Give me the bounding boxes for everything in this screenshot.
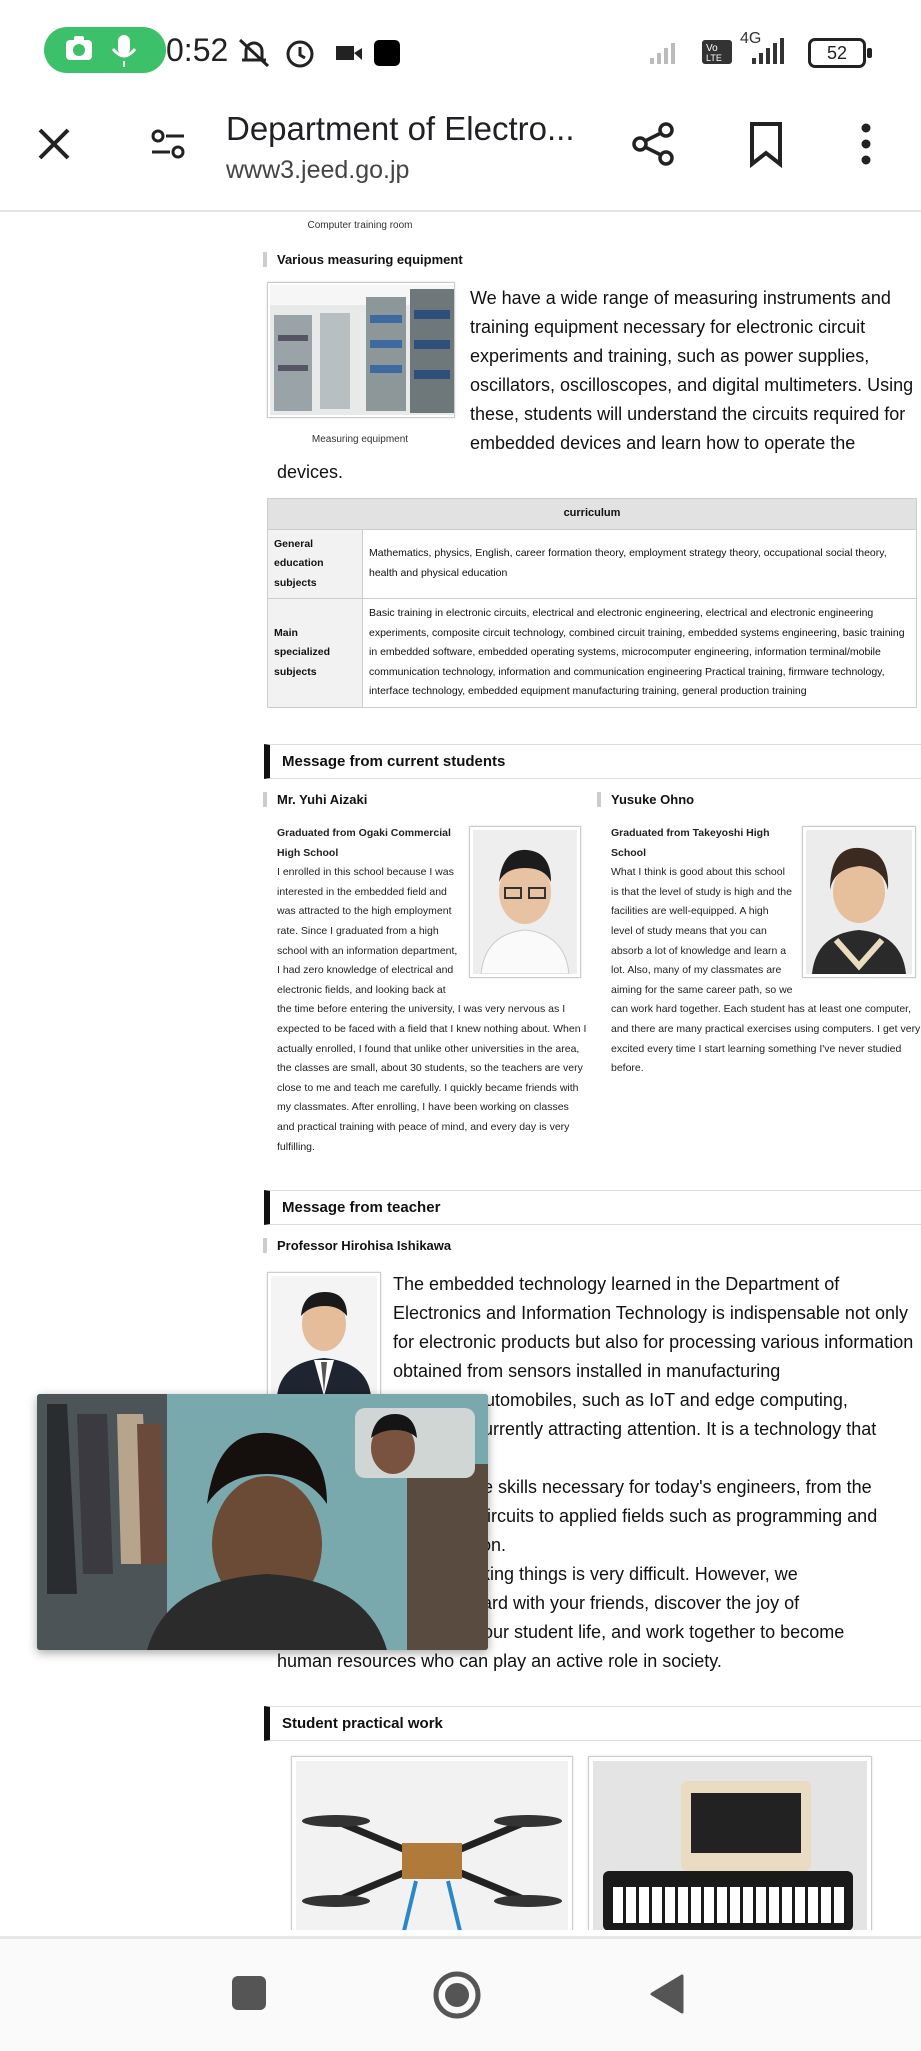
share-icon (632, 122, 674, 166)
drone-image (296, 1761, 568, 1930)
bookmark-button[interactable] (744, 120, 788, 173)
signal-indicators: Vo LTE (650, 30, 790, 77)
close-icon (38, 128, 70, 160)
home-button[interactable] (432, 1970, 482, 2025)
curriculum-header: curriculum (267, 498, 917, 530)
recents-button[interactable] (230, 1974, 268, 2017)
teacher-name: Professor Hirohisa Ishikawa (263, 1238, 921, 1253)
bookmark-icon (750, 122, 782, 169)
row-label: Main specialized subjects (267, 598, 363, 708)
drone-photo (291, 1756, 573, 1930)
back-button[interactable] (646, 1972, 686, 2021)
practical-heading: Student practical work (264, 1706, 921, 1741)
home-circle-icon (433, 1971, 481, 2019)
teacher-portrait (271, 1276, 377, 1396)
camera-mic-icon (66, 35, 137, 67)
row-label: General education subjects (267, 528, 363, 599)
row-value: Mathematics, physics, English, career fo… (362, 528, 917, 599)
clock: 0:52 (166, 32, 229, 68)
status-bar: 0:52 Vo LTE 4G 52 (0, 0, 921, 100)
more-vert-icon (861, 123, 871, 165)
square-icon (232, 1976, 266, 2010)
share-button[interactable] (630, 120, 678, 173)
measuring-heading: Various measuring equipment (263, 252, 917, 267)
students-heading: Message from current students (264, 744, 921, 779)
more-menu-button[interactable] (856, 122, 876, 171)
table-row: General education subjects Mathematics, … (267, 528, 917, 599)
svg-text:LTE: LTE (706, 53, 722, 63)
student1-text-block: Graduated from Ogaki Commercial High Sch… (277, 824, 589, 1157)
float-spacer (461, 824, 589, 984)
float-spacer (277, 284, 470, 444)
video-call-overlay[interactable] (37, 1394, 488, 1650)
network-type: 4G (740, 30, 762, 47)
synthesizer-image (593, 1761, 867, 1930)
curriculum-table: curriculum General education subjects Ma… (267, 498, 917, 708)
close-button[interactable] (34, 124, 74, 169)
table-row: Main specialized subjects Basic training… (267, 598, 917, 708)
screen-recording-indicator[interactable] (44, 27, 166, 73)
tune-icon (151, 129, 185, 159)
measuring-paragraph: We have a wide range of measuring instru… (277, 284, 915, 487)
computer-room-caption: Computer training room (307, 220, 413, 231)
curriculum-table-grid: curriculum General education subjects Ma… (267, 498, 917, 708)
row-value: Basic training in electronic circuits, e… (362, 598, 917, 708)
battery-indicator: 52 (808, 38, 872, 68)
web-content: Computer training room Various measuring… (260, 212, 921, 1930)
video-feed (37, 1394, 488, 1650)
float-spacer (793, 824, 921, 984)
page-title: Department of Electro... (226, 110, 575, 147)
student2-text-block: Graduated from Takeyoshi High School Wha… (611, 824, 921, 1079)
page-url[interactable]: www3.jeed.go.jp (226, 156, 409, 185)
notification-icons (238, 34, 408, 77)
signal-icon: Vo LTE (650, 38, 784, 64)
teacher-heading: Message from teacher (264, 1190, 921, 1225)
synthesizer-photo (588, 1756, 872, 1930)
student1-name: Mr. Yuhi Aizaki (263, 792, 587, 807)
teacher-text-1: The embedded technology learned in the D… (393, 1274, 914, 1381)
status-icons (238, 38, 400, 68)
back-triangle-icon (650, 1974, 684, 2014)
teacher-photo (267, 1272, 381, 1400)
page-settings-button[interactable] (148, 124, 188, 169)
teacher-text-10: human resources who can play an active r… (277, 1651, 722, 1671)
student2-name: Yusuke Ohno (597, 792, 921, 807)
